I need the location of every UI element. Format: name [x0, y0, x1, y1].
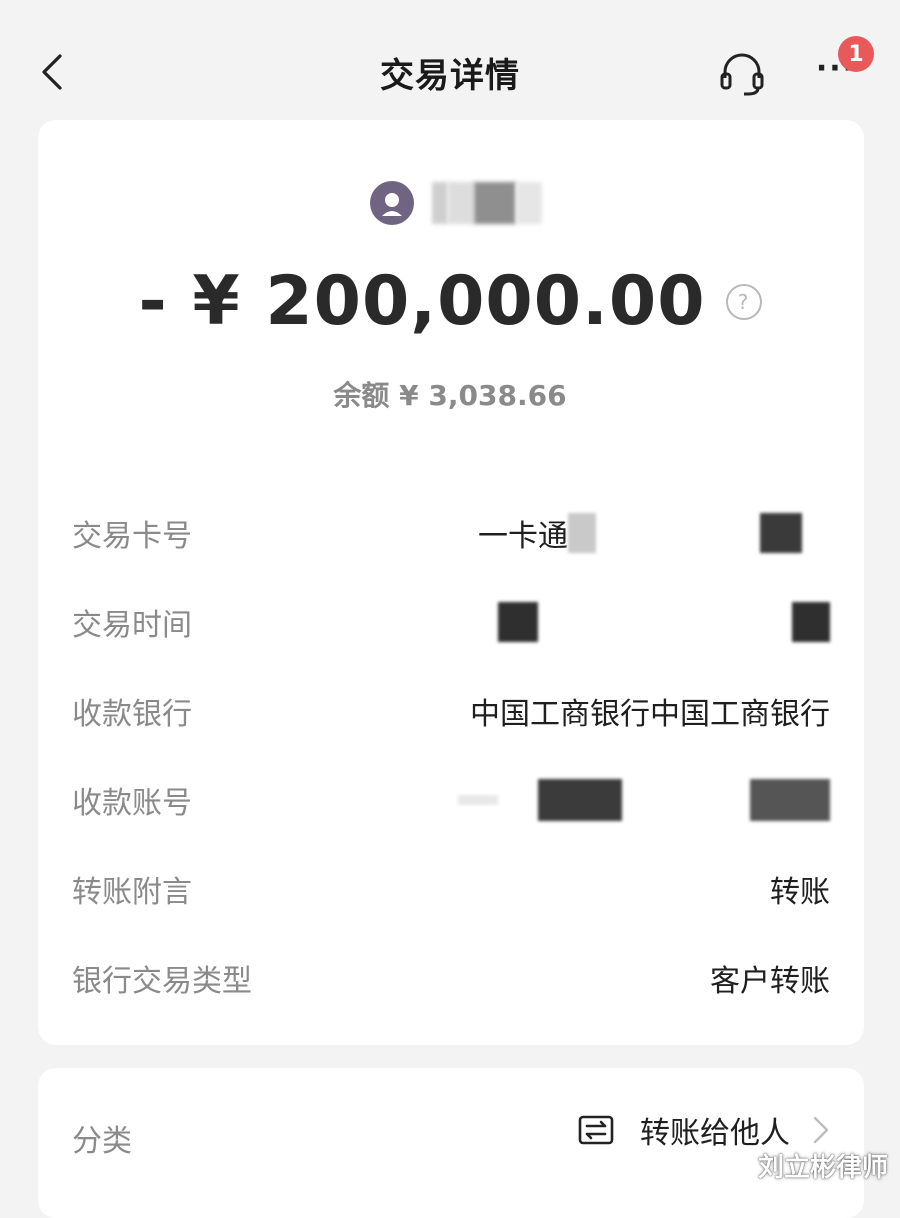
card-type-text: 一卡通 — [478, 519, 568, 554]
avatar — [370, 181, 414, 225]
detail-value — [458, 779, 830, 821]
detail-label: 收款账号 — [72, 786, 192, 821]
redacted-block — [538, 779, 622, 821]
detail-value — [498, 602, 830, 642]
notification-badge: 1 — [838, 36, 874, 72]
category-label: 分类 — [72, 1124, 132, 1159]
redacted-block — [498, 602, 538, 642]
help-icon[interactable]: ? — [725, 283, 762, 320]
amount-row: - ¥ 200,000.00 ? — [0, 262, 900, 341]
detail-row-account: 收款账号 — [72, 775, 830, 825]
category-selector[interactable]: 转账给他人 — [578, 1108, 830, 1152]
detail-label: 交易卡号 — [72, 519, 192, 554]
detail-value: 一卡通 — [478, 511, 830, 555]
customer-service-button[interactable] — [716, 50, 768, 96]
detail-row-memo: 转账附言 转账 — [72, 864, 830, 914]
transfer-icon — [578, 1115, 614, 1145]
payee — [370, 180, 542, 226]
watermark: 刘立彬律师 — [757, 1153, 888, 1183]
redacted-block — [792, 602, 830, 642]
detail-label: 交易时间 — [72, 608, 192, 643]
detail-label: 银行交易类型 — [72, 964, 252, 999]
payee-name-redacted — [432, 182, 542, 224]
transaction-amount: - ¥ 200,000.00 — [138, 262, 706, 341]
navigation-bar: 交易详情 ··· 1 — [0, 0, 900, 120]
redacted-block — [458, 795, 498, 805]
category-value: 转账给他人 — [640, 1116, 790, 1151]
detail-value: 转账 — [770, 875, 830, 910]
detail-value: 客户转账 — [710, 964, 830, 999]
detail-value: 中国工商银行中国工商银行 — [470, 697, 830, 732]
detail-row-type: 银行交易类型 客户转账 — [72, 953, 830, 1003]
redacted-block — [760, 513, 802, 553]
detail-row-bank: 收款银行 中国工商银行中国工商银行 — [72, 686, 830, 736]
user-icon — [382, 193, 402, 216]
balance-text: 余额 ¥ 3,038.66 — [333, 379, 567, 412]
detail-label: 转账附言 — [72, 875, 192, 910]
headset-icon — [720, 53, 764, 96]
redacted-block — [568, 513, 596, 553]
detail-row-time: 交易时间 — [72, 597, 830, 647]
chevron-right-icon — [813, 1116, 829, 1144]
detail-row-card-number: 交易卡号 一卡通 — [72, 508, 830, 558]
detail-label: 收款银行 — [72, 697, 192, 732]
redacted-block — [750, 779, 830, 821]
